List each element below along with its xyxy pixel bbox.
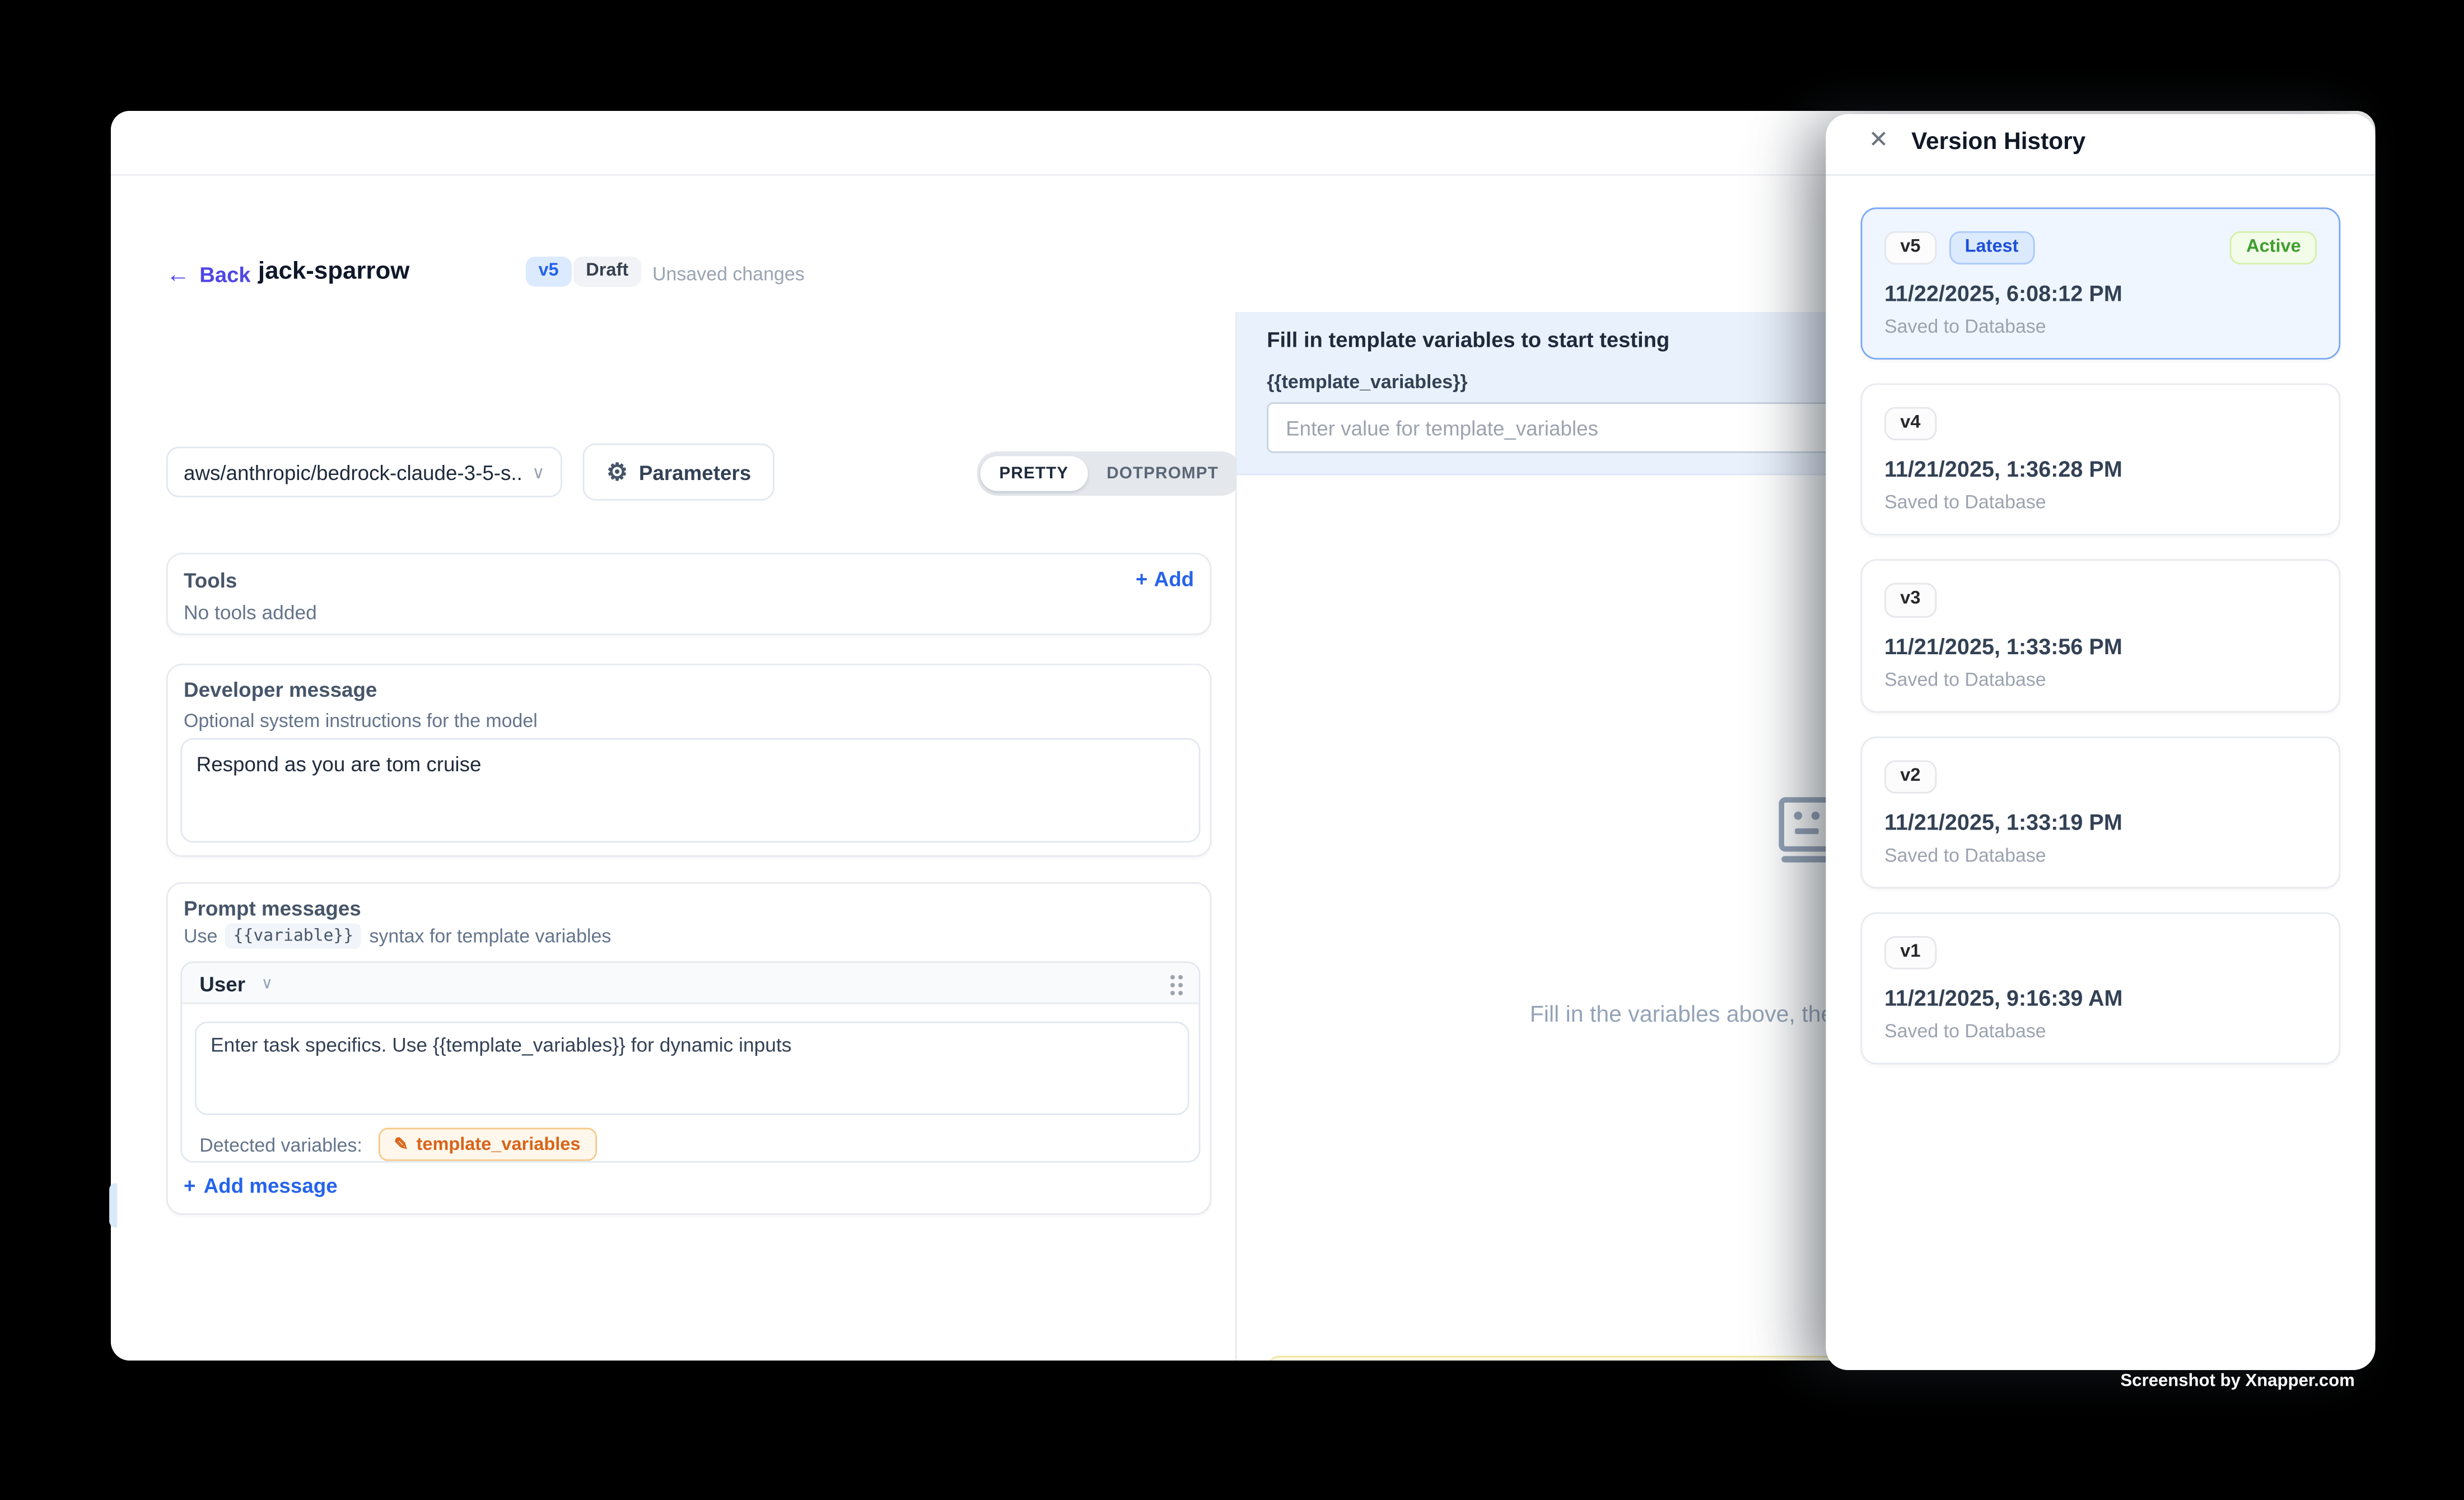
version-card-badges: v2 — [1884, 760, 2317, 793]
version-saved-text: Saved to Database — [1884, 668, 2317, 690]
version-card[interactable]: v1 11/21/2025, 9:16:39 AM Saved to Datab… — [1861, 912, 2341, 1064]
version-number-badge: v2 — [1884, 760, 1936, 793]
version-timestamp: 11/21/2025, 9:16:39 AM — [1884, 985, 2317, 1010]
view-mode-toggle: PRETTY DOTPROMPT — [977, 451, 1241, 496]
version-number-badge: v3 — [1884, 584, 1936, 617]
message-textarea[interactable]: Enter task specifics. Use {{template_var… — [195, 1022, 1189, 1115]
detected-variable-name: template_variables — [417, 1135, 581, 1154]
close-icon[interactable]: ✕ — [1869, 128, 1889, 152]
hint-prefix: Use — [184, 925, 217, 947]
version-card-badges: v3 — [1884, 584, 2317, 617]
model-select-value: aws/anthropic/bedrock-claude-3-5-s... — [184, 460, 522, 483]
parameters-button[interactable]: ⚙ Parameters — [583, 444, 775, 501]
latest-badge: Latest — [1949, 231, 2034, 265]
detected-variables-row: Detected variables: ✎ template_variables — [199, 1128, 596, 1161]
version-saved-text: Saved to Database — [1884, 315, 2317, 338]
plus-icon: + — [1136, 567, 1147, 590]
version-number-badge: v1 — [1884, 936, 1936, 970]
screenshot-stage: ← Back jack-sparrow v5 Draft Unsaved cha… — [0, 0, 2464, 1500]
version-badge: v5 — [526, 257, 571, 286]
version-timestamp: 11/21/2025, 1:33:19 PM — [1884, 809, 2317, 835]
add-message-label: Add message — [204, 1173, 338, 1197]
add-tool-button[interactable]: + Add — [1136, 567, 1194, 590]
version-card[interactable]: v5 Latest Active 11/22/2025, 6:08:12 PM … — [1861, 207, 2341, 360]
version-card-badges: v5 Latest Active — [1884, 231, 2317, 265]
developer-message-card: Developer message Optional system instru… — [166, 664, 1211, 857]
prompt-messages-card: Prompt messages Use {{variable}} syntax … — [166, 882, 1211, 1215]
version-timestamp: 11/22/2025, 6:08:12 PM — [1884, 281, 2317, 306]
parameters-label: Parameters — [639, 460, 751, 483]
version-saved-text: Saved to Database — [1884, 1020, 2317, 1042]
side-drawer-handle[interactable] — [109, 1183, 117, 1227]
chevron-down-icon: ∨ — [261, 976, 273, 993]
developer-message-textarea[interactable]: Respond as you are tom cruise — [180, 738, 1200, 843]
version-number-badge: v4 — [1884, 407, 1936, 441]
back-arrow-icon: ← — [166, 262, 190, 288]
version-timestamp: 11/21/2025, 1:33:56 PM — [1884, 633, 2317, 658]
detected-variable-chip[interactable]: ✎ template_variables — [378, 1128, 596, 1161]
drag-handle-icon[interactable] — [1169, 974, 1184, 996]
toggle-dotprompt[interactable]: DOTPROMPT — [1088, 456, 1238, 491]
version-saved-text: Saved to Database — [1884, 844, 2317, 867]
back-label: Back — [199, 263, 250, 286]
toggle-pretty[interactable]: PRETTY — [980, 456, 1088, 491]
watermark-text: Screenshot by Xnapper.com — [2121, 1372, 2355, 1391]
plus-icon: + — [184, 1173, 195, 1197]
version-number-badge: v5 — [1884, 231, 1936, 265]
message-header: User ∨ — [182, 963, 1198, 1004]
model-select[interactable]: aws/anthropic/bedrock-claude-3-5-s... ∨ — [166, 446, 562, 497]
developer-message-title: Developer message — [184, 678, 377, 701]
prompt-messages-title: Prompt messages — [184, 897, 361, 920]
page-title: jack-sparrow — [258, 258, 409, 287]
back-button[interactable]: ← Back — [166, 262, 251, 288]
add-message-button[interactable]: + Add message — [184, 1173, 338, 1197]
detected-variables-label: Detected variables: — [199, 1133, 362, 1156]
version-history-header: ✕ Version History — [1826, 114, 2375, 176]
tools-title: Tools — [184, 569, 237, 592]
tools-empty-text: No tools added — [184, 602, 317, 625]
version-saved-text: Saved to Database — [1884, 492, 2317, 514]
version-timestamp: 11/21/2025, 1:36:28 PM — [1884, 457, 2317, 482]
hint-suffix: syntax for template variables — [369, 925, 611, 947]
prompt-messages-hint: Use {{variable}} syntax for template var… — [184, 924, 611, 949]
version-list: v5 Latest Active 11/22/2025, 6:08:12 PM … — [1861, 207, 2341, 1088]
unsaved-changes-text: Unsaved changes — [652, 263, 805, 285]
version-history-title: Version History — [1911, 128, 2085, 155]
chevron-down-icon: ∨ — [532, 462, 545, 482]
pencil-icon: ✎ — [394, 1134, 408, 1155]
gear-icon: ⚙ — [606, 458, 628, 486]
version-card-badges: v1 — [1884, 936, 2317, 970]
add-tool-label: Add — [1154, 567, 1194, 590]
template-variable-name: {{template_variables}} — [1267, 371, 1467, 393]
variable-syntax-chip: {{variable}} — [226, 924, 362, 949]
role-select[interactable]: User ∨ — [199, 972, 273, 996]
tools-card: Tools + Add No tools added — [166, 553, 1211, 635]
developer-message-subtitle: Optional system instructions for the mod… — [184, 710, 538, 732]
message-block: User ∨ Enter task specifics. Use {{templ… — [180, 961, 1200, 1162]
version-card[interactable]: v2 11/21/2025, 1:33:19 PM Saved to Datab… — [1861, 736, 2341, 888]
editor-pane: aws/anthropic/bedrock-claude-3-5-s... ∨ … — [111, 312, 1237, 1361]
version-card-badges: v4 — [1884, 407, 2317, 441]
template-variables-title: Fill in template variables to start test… — [1267, 328, 1669, 351]
active-badge: Active — [2230, 231, 2317, 265]
role-select-value: User — [199, 972, 245, 996]
version-card[interactable]: v4 11/21/2025, 1:36:28 PM Saved to Datab… — [1861, 384, 2341, 536]
version-card[interactable]: v3 11/21/2025, 1:33:56 PM Saved to Datab… — [1861, 560, 2341, 712]
version-history-panel: ✕ Version History v5 Latest Active 11/22… — [1826, 114, 2375, 1370]
status-badge: Draft — [573, 257, 641, 286]
